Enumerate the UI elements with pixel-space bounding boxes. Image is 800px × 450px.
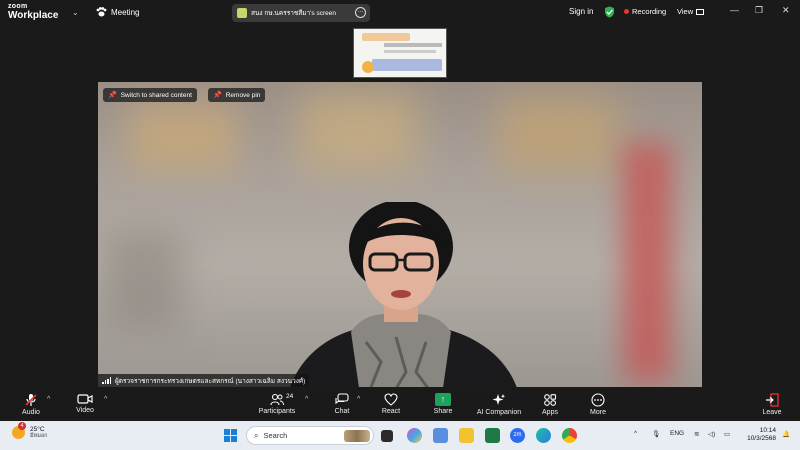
recording-indicator[interactable]: Recording <box>624 7 666 16</box>
participants-label: Participants <box>258 408 296 415</box>
pin-icon: 📌 <box>213 92 222 99</box>
weather-condition: มีหมอก <box>30 433 48 440</box>
minimize-icon[interactable]: — <box>730 5 739 15</box>
sparkle-icon <box>492 394 506 405</box>
participant-count: 24 <box>286 393 294 400</box>
chat-icon <box>335 393 349 405</box>
zoom-app-icon[interactable]: zm <box>510 428 525 443</box>
remove-pin-label: Remove pin <box>225 91 261 99</box>
meeting-controls: Audio ^ Video ^ Participants 24 ^ Chat ^… <box>0 387 800 421</box>
audio-options-chevron-icon[interactable]: ^ <box>47 396 50 403</box>
view-label: View <box>677 7 694 16</box>
paw-icon <box>96 7 107 17</box>
battery-icon[interactable]: ▭ <box>724 430 730 438</box>
clock-date: 10/3/2568 <box>747 435 776 443</box>
share-screen-icon <box>237 8 247 18</box>
file-explorer-icon[interactable] <box>459 428 474 443</box>
video-label: Video <box>76 407 94 414</box>
screen-share-label: สนง กษ.นครราชสีมา's screen <box>251 10 336 17</box>
leave-door-icon <box>766 393 779 407</box>
leave-button[interactable]: Leave <box>760 387 784 421</box>
participant-name: ผู้ตรวจราชการกระทรวงเกษตรและสหกรณ์ (นางส… <box>115 377 306 385</box>
volume-icon[interactable]: ◁) <box>708 430 715 438</box>
react-button[interactable]: React <box>378 387 404 421</box>
more-dots-icon <box>591 393 605 407</box>
brand-name: Workplace <box>8 10 59 21</box>
apps-icon <box>544 394 557 406</box>
chat-options-chevron-icon[interactable]: ^ <box>357 396 360 403</box>
participant-video-feed <box>290 202 517 387</box>
notification-bell-icon[interactable]: 🔔 <box>782 430 790 438</box>
camera-icon <box>77 394 93 404</box>
store-app-icon[interactable] <box>433 428 448 443</box>
share-button[interactable]: ↑ Share <box>430 387 456 421</box>
tray-overflow-chevron-icon[interactable]: ^ <box>634 430 637 437</box>
react-label: React <box>381 408 401 415</box>
microphone-tray-icon[interactable]: 🎙 <box>652 430 660 438</box>
leave-label: Leave <box>762 409 782 416</box>
participants-options-chevron-icon[interactable]: ^ <box>305 396 308 403</box>
windows-start-icon[interactable] <box>224 429 237 442</box>
switch-to-shared-content-button[interactable]: 📌 Switch to shared content <box>103 88 197 102</box>
weather-sun-icon: 4 <box>12 422 26 440</box>
excel-icon[interactable] <box>485 428 500 443</box>
share-label: Share <box>433 408 453 415</box>
ai-companion-button[interactable]: AI Companion <box>474 387 524 421</box>
language-indicator[interactable]: ENG <box>670 430 684 437</box>
switch-label: Switch to shared content <box>120 91 192 99</box>
close-icon[interactable]: ✕ <box>782 5 790 16</box>
edge-icon[interactable] <box>536 428 551 443</box>
apps-label: Apps <box>542 409 558 416</box>
chat-button[interactable]: Chat <box>330 387 354 421</box>
system-clock[interactable]: 10:14 10/3/2568 <box>738 427 776 443</box>
clock-time: 10:14 <box>759 427 776 434</box>
restore-icon[interactable]: ❐ <box>755 5 763 16</box>
recording-dot-icon <box>624 9 629 14</box>
meeting-label: Meeting <box>111 7 140 17</box>
title-bar: zoom Workplace ⌄ Meeting สนง กษ.นครราชสี… <box>0 0 800 26</box>
brand-small: zoom <box>8 3 28 10</box>
more-options-icon[interactable]: ··· <box>355 7 366 18</box>
chat-label: Chat <box>334 408 350 415</box>
apps-button[interactable]: Apps <box>538 387 562 421</box>
search-placeholder: Search <box>263 431 288 440</box>
remove-pin-button[interactable]: 📌 Remove pin <box>208 88 266 102</box>
video-button[interactable]: Video <box>72 387 98 421</box>
recording-label: Recording <box>632 7 667 16</box>
chrome-icon[interactable] <box>562 428 577 443</box>
audio-button[interactable]: Audio <box>18 387 44 421</box>
pinned-video[interactable]: 📌 Switch to shared content 📌 Remove pin … <box>98 82 702 387</box>
view-menu[interactable]: View <box>677 7 705 16</box>
participant-name-tag: ผู้ตรวจราชการกระทรวงเกษตรและสหกรณ์ (นางส… <box>98 374 310 387</box>
video-options-chevron-icon[interactable]: ^ <box>104 396 107 403</box>
search-icon: ⌕ <box>254 430 259 440</box>
copilot-icon[interactable] <box>407 428 422 443</box>
shared-content-thumbnail[interactable] <box>353 28 447 78</box>
screen-share-indicator[interactable]: สนง กษ.นครราชสีมา's screen ··· <box>232 4 370 22</box>
heart-icon <box>384 393 398 406</box>
notification-count: 4 <box>18 422 26 431</box>
shield-check-icon[interactable] <box>604 6 615 18</box>
meeting-menu[interactable]: Meeting <box>96 7 139 17</box>
signin-link[interactable]: Sign in <box>569 7 593 16</box>
signal-strength-icon <box>102 377 112 384</box>
weather-widget[interactable]: 4 25°C มีหมอก <box>12 422 48 440</box>
windows-taskbar: 4 25°C มีหมอก ⌕ Search zm ^ 🎙 ENG ≋ ◁) ▭… <box>0 421 800 450</box>
pin-icon: 📌 <box>108 92 117 99</box>
zoom-logo: zoom Workplace <box>8 3 58 21</box>
more-label: More <box>590 409 606 416</box>
task-view-icon[interactable] <box>381 430 393 442</box>
taskbar-search[interactable]: ⌕ Search <box>246 426 374 445</box>
more-button[interactable]: More <box>586 387 610 421</box>
participants-icon <box>270 393 284 406</box>
grid-view-icon <box>696 8 705 15</box>
audio-label: Audio <box>22 409 40 416</box>
share-arrow-icon: ↑ <box>435 393 451 406</box>
mic-muted-icon <box>25 394 37 406</box>
chevron-down-icon[interactable]: ⌄ <box>72 8 79 17</box>
wifi-icon[interactable]: ≋ <box>694 430 699 438</box>
ai-companion-label: AI Companion <box>476 409 522 416</box>
search-highlight-image <box>344 430 370 442</box>
